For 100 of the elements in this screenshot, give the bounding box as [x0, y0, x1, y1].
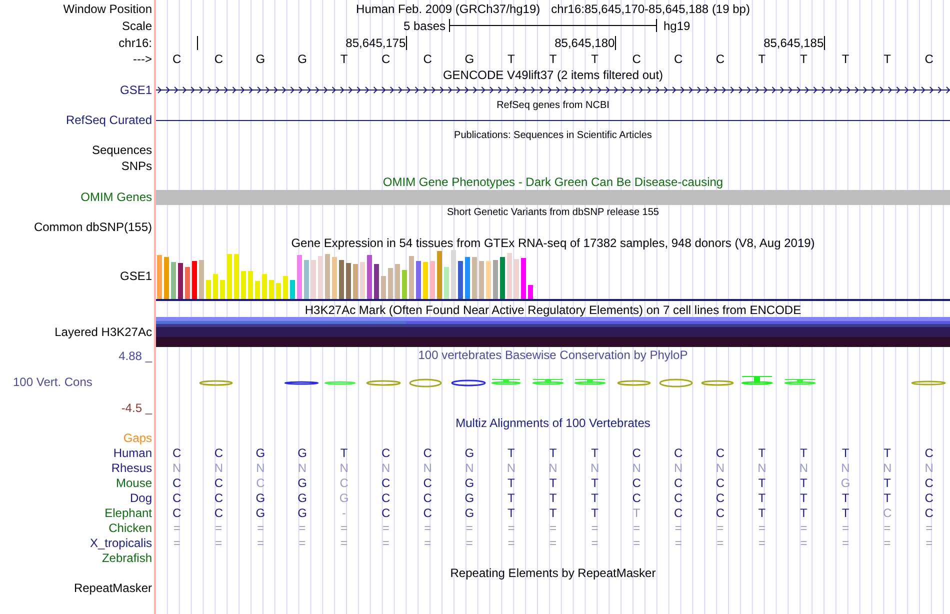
alignment-base: G: [464, 490, 476, 504]
alignment-base: N: [422, 460, 433, 474]
base-letter: C: [631, 52, 642, 66]
alignment-base: =: [506, 536, 516, 550]
alignment-base: C: [380, 446, 392, 460]
alignment-base: T: [548, 446, 558, 460]
alignment-base: T: [548, 490, 558, 504]
track-label[interactable]: 100 Vert. Cons: [0, 375, 152, 389]
track-label[interactable]: Zebrafish: [102, 550, 152, 564]
track-label[interactable]: Dog: [130, 490, 152, 504]
track-label[interactable]: GSE1: [120, 269, 152, 283]
row-label: Window Position: [63, 2, 152, 16]
alignment-base: =: [298, 520, 307, 534]
track-label[interactable]: Mouse: [116, 476, 152, 490]
base-letter: G: [296, 52, 308, 66]
alignment-base: N: [380, 460, 392, 474]
alignment-base: T: [840, 506, 850, 520]
alignment-base: C: [714, 490, 726, 504]
ruler-tick-label: 85,645,180: [554, 36, 615, 50]
alignment-base: C: [380, 506, 392, 520]
alignment-base: =: [423, 520, 432, 534]
alignment-base: T: [799, 476, 808, 490]
alignment-base: N: [924, 460, 934, 474]
alignment-base: =: [632, 520, 642, 534]
alignment-base: C: [673, 446, 684, 460]
alignment-base: C: [380, 476, 392, 490]
track-title: GENCODE V49lift37 (2 items filtered out): [442, 68, 664, 82]
track-label[interactable]: RefSeq Curated: [66, 113, 152, 127]
alignment-base: N: [213, 460, 224, 474]
alignment-base: C: [714, 506, 726, 520]
track-label[interactable]: Elephant: [104, 506, 152, 520]
alignment-base: C: [631, 446, 642, 460]
alignment-base: T: [757, 476, 767, 490]
track-title: RefSeq genes from NCBI: [496, 100, 610, 110]
alignment-base: N: [464, 460, 475, 474]
alignment-base: =: [548, 536, 558, 550]
alignment-base: G: [464, 446, 476, 460]
alignment-base: =: [716, 520, 725, 534]
alignment-base: =: [632, 536, 642, 550]
ruler-tick: [406, 36, 407, 50]
track-label[interactable]: Layered H3K27Ac: [54, 325, 152, 339]
alignment-base: =: [506, 520, 516, 534]
alignment-base: C: [172, 446, 182, 460]
alignment-base: =: [924, 536, 934, 550]
assembly-title: Human Feb. 2009 (GRCh37/hg19): [356, 2, 540, 16]
alignment-base: N: [172, 460, 182, 474]
alignment-base: C: [213, 490, 224, 504]
alignment-base: -: [341, 506, 348, 520]
track-label[interactable]: Chicken: [108, 520, 152, 534]
alignment-base: G: [464, 506, 476, 520]
ruler-tick-label: 85,645,175: [346, 36, 406, 50]
alignment-base: T: [799, 446, 808, 460]
alignment-base: C: [213, 506, 224, 520]
track-label[interactable]: RepeatMasker: [74, 581, 152, 595]
alignment-base: C: [172, 490, 182, 504]
track-label[interactable]: X_tropicalis: [90, 536, 152, 550]
alignment-base: T: [506, 506, 516, 520]
alignment-base: =: [214, 536, 224, 550]
track-label[interactable]: OMIM Genes: [80, 190, 152, 204]
alignment-base: C: [213, 476, 224, 490]
alignment-base: T: [840, 490, 850, 504]
alignment-base: T: [882, 490, 892, 504]
alignment-base: C: [380, 490, 392, 504]
track-label[interactable]: Common dbSNP(155): [34, 220, 152, 234]
alignment-base: G: [296, 490, 308, 504]
alignment-base: T: [590, 506, 600, 520]
track-label[interactable]: GSE1: [120, 83, 152, 97]
alignment-base: =: [548, 520, 558, 534]
base-letter: C: [380, 52, 392, 66]
alignment-base: T: [632, 506, 642, 520]
alignment-base: T: [590, 476, 600, 490]
strand-label: --->: [133, 52, 152, 66]
alignment-base: T: [548, 476, 558, 490]
base-letter: C: [714, 52, 726, 66]
alignment-base: C: [714, 446, 726, 460]
track-label[interactable]: SNPs: [121, 159, 152, 173]
alignment-base: C: [172, 476, 182, 490]
alignment-base: C: [422, 446, 433, 460]
alignment-base: T: [506, 446, 516, 460]
track-title: Publications: Sequences in Scientific Articles: [454, 130, 652, 140]
row-label: Scale: [122, 18, 152, 32]
ruler-tick: [196, 36, 198, 50]
row-label: chr16:: [118, 36, 152, 50]
alignment-base: =: [214, 520, 224, 534]
alignment-base: G: [254, 506, 266, 520]
alignment-base: T: [882, 446, 892, 460]
track-label[interactable]: Human: [113, 446, 152, 460]
alignment-base: =: [882, 536, 892, 550]
alignment-base: =: [590, 520, 600, 534]
track-label[interactable]: Sequences: [92, 143, 152, 157]
alignment-base: =: [841, 536, 850, 550]
alignment-base: N: [673, 460, 684, 474]
base-letter: T: [590, 52, 600, 66]
track-label[interactable]: Rhesus: [111, 460, 152, 474]
alignment-base: =: [590, 536, 600, 550]
alignment-base: =: [381, 536, 390, 550]
alignment-base: T: [799, 490, 808, 504]
alignment-base: C: [422, 476, 433, 490]
alignment-base: N: [840, 460, 851, 474]
base-letter: C: [924, 52, 934, 66]
